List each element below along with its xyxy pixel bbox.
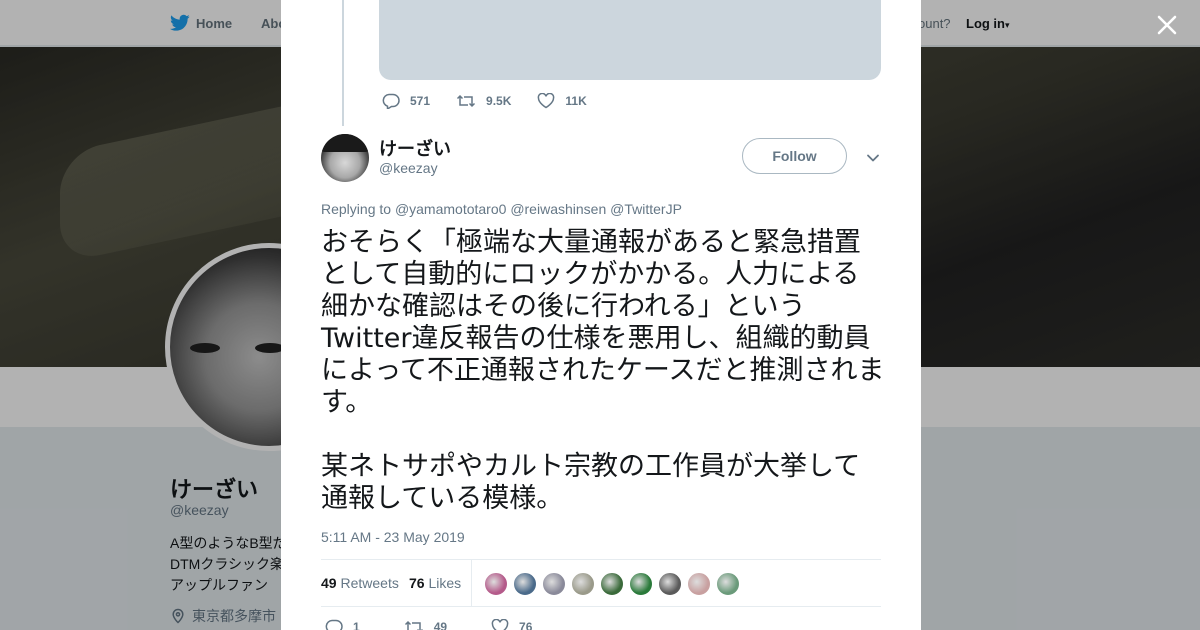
liker-avatar[interactable] (542, 572, 566, 596)
liker-avatar[interactable] (571, 572, 595, 596)
avatar-hair (321, 134, 369, 152)
like-stat-count: 76 (409, 575, 425, 591)
like-stat-label: Likes (428, 575, 462, 591)
liker-avatar[interactable] (687, 572, 711, 596)
follow-button[interactable]: Follow (742, 138, 847, 174)
previous-tweet-actions: 571 9.5K 11K (382, 93, 613, 109)
like-count: 11K (565, 94, 587, 108)
liker-avatar[interactable] (716, 572, 740, 596)
reply-icon (325, 619, 343, 630)
retweet-icon (457, 94, 476, 108)
retweet-count: 9.5K (486, 94, 512, 108)
stats-divider (471, 560, 472, 606)
replying-to: Replying to @yamamototaro0 @reiwashinsen… (321, 201, 682, 217)
author-handle[interactable]: @keezay (379, 160, 438, 176)
liker-avatar[interactable] (658, 572, 682, 596)
heart-icon (491, 619, 509, 630)
retweet-button[interactable]: 9.5K (456, 93, 511, 109)
retweet-count: 49 (433, 620, 448, 630)
author-avatar[interactable] (321, 134, 369, 182)
chevron-down-icon[interactable] (865, 150, 881, 166)
tweet-paragraph: おそらく「極端な大量通報があると緊急措置として自動的にロックがかかる。人力による… (321, 227, 885, 418)
heart-icon (538, 93, 555, 109)
retweet-stat[interactable]: 49 Retweets (321, 575, 399, 591)
reply-icon (382, 93, 400, 109)
retweet-stat-label: Retweets (340, 575, 399, 591)
retweet-button[interactable]: 49 (404, 619, 447, 630)
mention-link[interactable]: @TwitterJP (610, 201, 682, 217)
like-count: 76 (519, 620, 533, 630)
tweet-text: おそらく「極端な大量通報があると緊急措置として自動的にロックがかかる。人力による… (321, 227, 886, 515)
like-button[interactable]: 76 (491, 619, 532, 630)
tweet-stats: 49 Retweets 76 Likes (321, 559, 881, 607)
liker-avatar[interactable] (484, 572, 508, 596)
replying-label: Replying to (321, 201, 392, 217)
thread-connector-line (342, 0, 344, 126)
liker-avatar[interactable] (629, 572, 653, 596)
retweet-stat-count: 49 (321, 575, 337, 591)
tweet-timestamp[interactable]: 5:11 AM - 23 May 2019 (321, 529, 465, 545)
tweet-paragraph: 某ネトサポやカルト宗教の工作員が大挙して通報している模様。 (321, 451, 861, 514)
previous-tweet-media[interactable] (379, 0, 881, 80)
mention-link[interactable]: @reiwashinsen (510, 201, 606, 217)
reply-button[interactable]: 571 (382, 93, 430, 109)
tweet-modal: 571 9.5K 11K けーざい @keezay Follow Replyin… (281, 0, 921, 630)
reply-count: 1 (353, 620, 360, 630)
liker-avatar[interactable] (600, 572, 624, 596)
reply-button[interactable]: 1 (325, 619, 360, 630)
liker-avatar[interactable] (513, 572, 537, 596)
close-icon[interactable] (1152, 10, 1182, 40)
like-button[interactable]: 11K (537, 93, 587, 109)
tweet-actions: 1 49 76 (325, 619, 558, 630)
like-stat[interactable]: 76 Likes (409, 575, 461, 591)
liker-avatars (484, 572, 745, 596)
mention-link[interactable]: @yamamototaro0 (395, 201, 506, 217)
retweet-icon (404, 620, 423, 630)
author-name[interactable]: けーざい (379, 135, 451, 161)
reply-count: 571 (410, 94, 431, 108)
